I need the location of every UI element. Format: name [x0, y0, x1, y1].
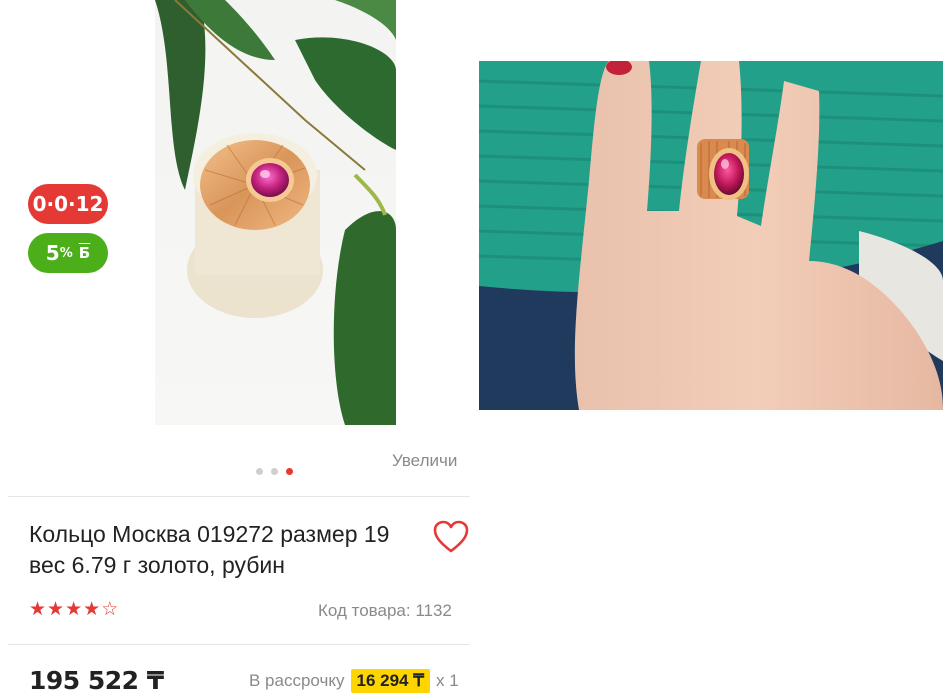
gallery-dots [256, 468, 293, 475]
bonus-badge-symbol: Б [78, 244, 91, 262]
product-price: 195 522 ₸ [29, 666, 164, 695]
star-icon: ★ [29, 599, 47, 620]
installment-suffix: x 1 [436, 671, 459, 690]
gallery-dot-active[interactable] [286, 468, 293, 475]
bonus-badge-unit: % [59, 245, 73, 261]
zoom-link[interactable]: Увеличи [392, 451, 457, 471]
installment-amount: 16 294 ₸ [350, 669, 431, 693]
product-sku: Код товара: 1132 [318, 601, 452, 620]
gallery-dot[interactable] [271, 468, 278, 475]
ring-on-hand-photo[interactable] [479, 61, 943, 410]
installment-badge: 0·0·12 [28, 184, 108, 224]
product-photo[interactable] [155, 0, 396, 425]
bonus-badge-percent: 5 [45, 241, 60, 265]
star-icon: ★ [47, 599, 65, 620]
installment-info[interactable]: В рассрочку 16 294 ₸ x 1 [249, 669, 459, 693]
divider [8, 644, 470, 645]
installment-badge-label: 0·0·12 [32, 192, 104, 216]
divider [8, 496, 470, 497]
star-icon: ★ [65, 599, 83, 620]
heart-icon[interactable] [433, 520, 469, 554]
star-icon: ★ [83, 599, 101, 620]
star-outline-icon: ☆ [101, 599, 119, 620]
product-card: 0·0·12 5% Б Увеличи Кольцо Москва 019272… [0, 0, 470, 700]
rating-stars: ★ ★ ★ ★ ☆ [29, 600, 118, 620]
bonus-badge: 5% Б [28, 233, 108, 273]
gallery-dot[interactable] [256, 468, 263, 475]
product-title: Кольцо Москва 019272 размер 19 вес 6.79 … [29, 521, 390, 578]
installment-prefix: В рассрочку [249, 671, 345, 690]
